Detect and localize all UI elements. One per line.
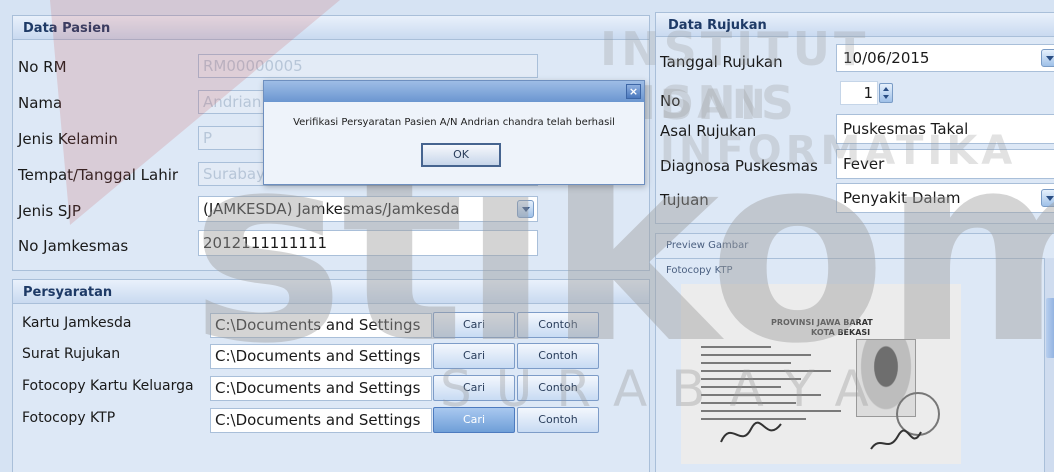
persyaratan-title: Persyaratan <box>13 280 649 304</box>
jenis-sjp-select[interactable]: (JAMKESDA) Jamkesmas/Jamkesda <box>198 196 538 222</box>
verification-dialog: × Verifikasi Persyaratan Pasien A/N Andr… <box>263 80 645 185</box>
contoh-button[interactable]: Contoh <box>517 375 599 401</box>
jenis-sjp-dropdown-icon[interactable] <box>517 200 534 218</box>
jenis-kelamin-label: Jenis Kelamin <box>18 130 118 148</box>
cari-button[interactable]: Cari <box>433 375 515 401</box>
ttl-label: Tempat/Tanggal Lahir <box>18 166 179 184</box>
close-icon[interactable]: × <box>626 84 641 99</box>
diagnosa-label: Diagnosa Puskesmas <box>660 157 818 175</box>
tanggal-rujukan-field[interactable]: 10/06/2015 <box>836 44 1054 72</box>
no-spinner-field[interactable]: 1 <box>840 81 878 105</box>
no-jamkesmas-field[interactable]: 2012111111111 <box>198 230 538 256</box>
persyaratan-row-label: Fotocopy KTP <box>22 410 116 426</box>
ktp-header-city: KOTA BEKASI <box>811 328 871 337</box>
preview-scrollbar[interactable] <box>1044 258 1054 472</box>
data-pasien-title: Data Pasien <box>13 16 649 40</box>
scrollbar-thumb[interactable] <box>1046 298 1054 358</box>
contoh-button[interactable]: Contoh <box>517 343 599 369</box>
jenis-sjp-label: Jenis SJP <box>18 202 81 220</box>
asal-rujukan-field[interactable]: Puskesmas Takal <box>836 114 1054 144</box>
contoh-button[interactable]: Contoh <box>517 312 599 338</box>
cari-button[interactable]: Cari <box>433 312 515 338</box>
dialog-titlebar <box>264 81 644 102</box>
persyaratan-path-field[interactable]: C:\Documents and Settings <box>210 376 432 401</box>
tujuan-select[interactable]: Penyakit Dalam <box>836 183 1054 213</box>
persyaratan-path-field[interactable]: C:\Documents and Settings <box>210 344 432 369</box>
tanggal-dropdown-icon[interactable] <box>1041 49 1054 67</box>
no-spinner-icon[interactable] <box>879 83 893 103</box>
persyaratan-row-label: Kartu Jamkesda <box>22 315 132 331</box>
persyaratan-row-label: Surat Rujukan <box>22 346 121 362</box>
ktp-signature-2 <box>870 429 922 450</box>
contoh-button[interactable]: Contoh <box>517 407 599 433</box>
nama-label: Nama <box>18 94 63 112</box>
cari-button[interactable]: Cari <box>433 407 515 433</box>
no-rm-label: No RM <box>18 58 67 76</box>
persyaratan-path-field[interactable]: C:\Documents and Settings <box>210 408 432 433</box>
ktp-signature <box>720 421 782 443</box>
data-rujukan-title: Data Rujukan <box>656 13 1054 37</box>
ktp-header-province: PROVINSI JAWA BARAT <box>771 318 873 327</box>
asal-rujukan-label: Asal Rujukan <box>660 122 757 140</box>
tujuan-dropdown-icon[interactable] <box>1041 189 1054 207</box>
preview-title: Preview Gambar <box>666 240 749 251</box>
dialog-message: Verifikasi Persyaratan Pasien A/N Andria… <box>293 117 615 128</box>
no-label: No <box>660 92 681 110</box>
no-rm-field[interactable]: RM00000005 <box>198 54 538 78</box>
no-jamkesmas-label: No Jamkesmas <box>18 237 129 255</box>
ktp-image: PROVINSI JAWA BARAT KOTA BEKASI <box>681 284 961 464</box>
diagnosa-field[interactable]: Fever <box>836 149 1054 179</box>
persyaratan-row-label: Fotocopy Kartu Keluarga <box>22 378 194 394</box>
cari-button[interactable]: Cari <box>433 343 515 369</box>
tanggal-rujukan-label: Tanggal Rujukan <box>660 53 783 71</box>
tujuan-label: Tujuan <box>660 191 709 209</box>
persyaratan-path-field[interactable]: C:\Documents and Settings <box>210 313 432 338</box>
preview-subtitle: Fotocopy KTP <box>666 265 733 276</box>
ok-button[interactable]: OK <box>421 143 501 167</box>
